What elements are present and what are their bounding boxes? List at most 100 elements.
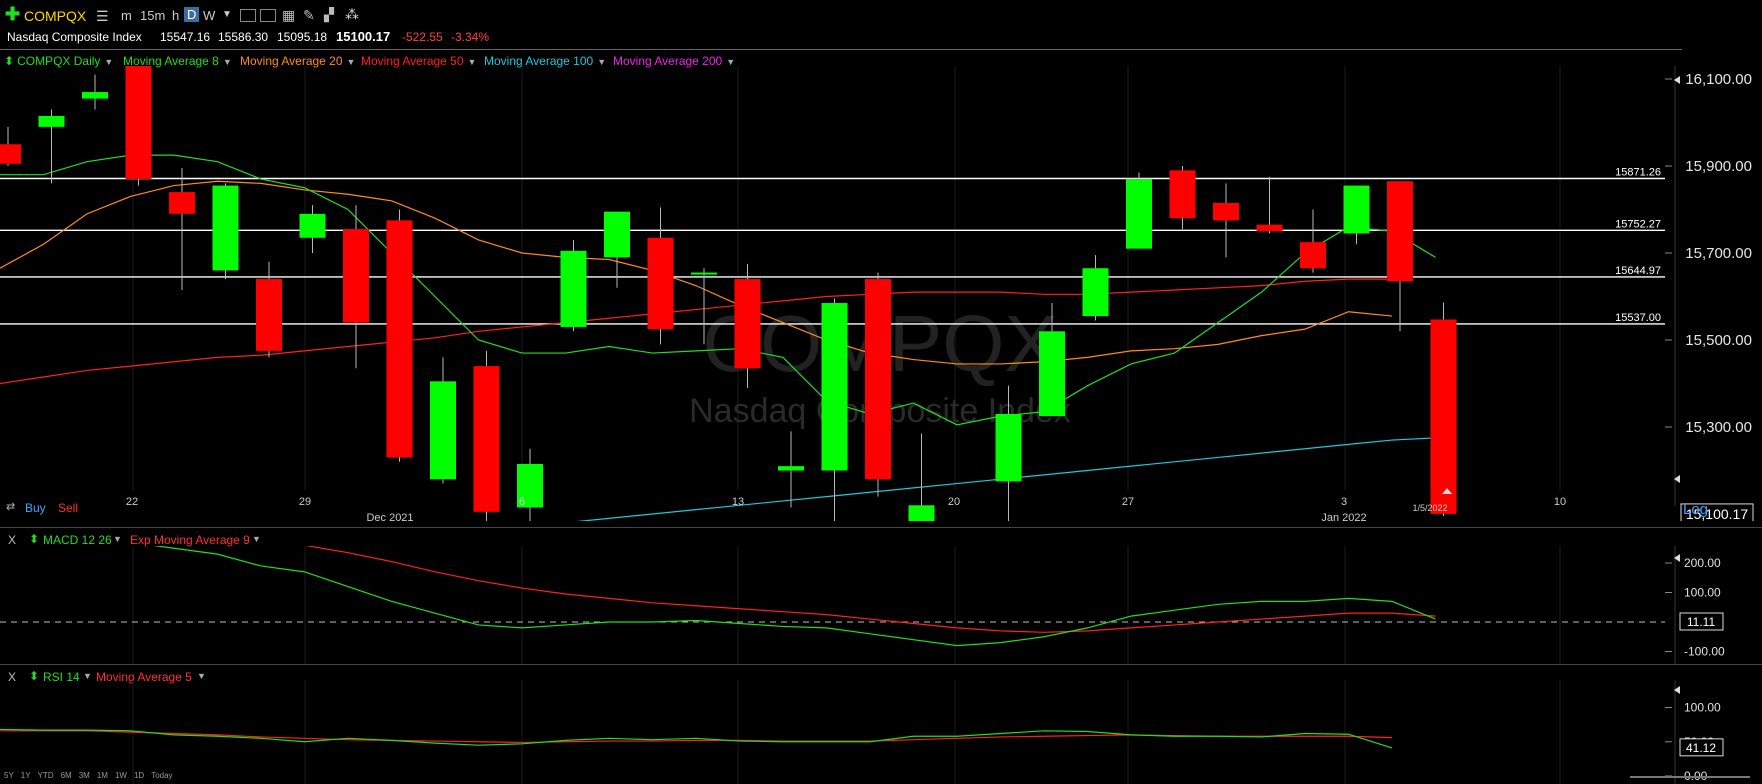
candle[interactable] bbox=[38, 109, 65, 184]
candle-body bbox=[1387, 181, 1413, 282]
level-label: 15752.27 bbox=[1615, 218, 1661, 230]
candle[interactable] bbox=[821, 298, 848, 521]
quote-last: 15100.17 bbox=[336, 29, 391, 44]
candle[interactable] bbox=[1082, 255, 1109, 321]
candle-body bbox=[38, 115, 65, 127]
interval-minute[interactable]: m bbox=[121, 8, 132, 23]
cart-icon[interactable]: ⇄ bbox=[6, 500, 15, 513]
candle-body bbox=[1430, 319, 1457, 514]
range-button-1m[interactable]: 1M bbox=[97, 771, 108, 780]
candle[interactable] bbox=[212, 183, 239, 280]
share-icon[interactable]: ⁂ bbox=[345, 6, 359, 23]
candle[interactable] bbox=[908, 433, 935, 521]
range-button-1y[interactable]: 1Y bbox=[21, 771, 31, 780]
candle-body bbox=[604, 211, 630, 258]
range-button-3m[interactable]: 3M bbox=[79, 771, 90, 780]
chevron-down-icon[interactable]: ▼ bbox=[252, 534, 261, 544]
interval-day[interactable]: D bbox=[184, 7, 200, 22]
candle[interactable] bbox=[430, 357, 456, 484]
candle-body bbox=[865, 279, 891, 480]
month-label: Dec 2021 bbox=[366, 512, 413, 521]
candle[interactable] bbox=[473, 350, 500, 521]
macd-close-button[interactable]: X bbox=[8, 533, 16, 547]
interval-15min[interactable]: 15m bbox=[140, 8, 165, 23]
quote-low: 15095.18 bbox=[277, 30, 328, 44]
chart-type-icon[interactable] bbox=[240, 9, 256, 22]
candle[interactable] bbox=[1430, 302, 1457, 517]
panel-divider bbox=[0, 664, 1762, 665]
interval-week[interactable]: W bbox=[203, 8, 215, 23]
candle[interactable] bbox=[0, 126, 21, 166]
toolbar: ✚ COMPQX ☰ m 15m h D W ▼ ▦ ✎ ▞ ⁂ bbox=[0, 0, 1762, 30]
interval-hour[interactable]: h bbox=[172, 8, 179, 23]
chevron-down-icon[interactable]: ▼ bbox=[113, 534, 122, 544]
candle[interactable] bbox=[125, 66, 152, 186]
quote-high: 15586.30 bbox=[218, 30, 269, 44]
candle[interactable] bbox=[256, 261, 282, 358]
candle[interactable] bbox=[517, 448, 543, 521]
candle[interactable] bbox=[865, 272, 891, 497]
date-tick-label: 27 bbox=[1122, 496, 1134, 508]
studies-icon[interactable] bbox=[260, 9, 276, 22]
candle[interactable] bbox=[1256, 176, 1283, 234]
buy-button[interactable]: Buy bbox=[25, 501, 46, 515]
candle-body bbox=[125, 66, 152, 180]
candle-body bbox=[1300, 242, 1326, 269]
candle[interactable] bbox=[299, 205, 326, 253]
range-button-1d[interactable]: 1D bbox=[134, 771, 144, 780]
range-button-today[interactable]: Today bbox=[151, 771, 172, 780]
candle[interactable] bbox=[778, 431, 804, 508]
candle[interactable] bbox=[1387, 181, 1413, 332]
macd-move-icon[interactable]: ⬍ bbox=[29, 532, 39, 546]
draw-pencil-icon[interactable]: ✎ bbox=[303, 7, 315, 24]
candle[interactable] bbox=[560, 239, 587, 332]
dropdown-arrow-icon[interactable]: ▼ bbox=[222, 9, 232, 20]
rsi-chart[interactable]: 100.0050.000.0041.12 bbox=[0, 680, 1762, 784]
candle[interactable] bbox=[1343, 185, 1370, 245]
candle-body bbox=[343, 229, 369, 323]
cursor-date-label: 1/5/2022 bbox=[1412, 503, 1447, 513]
candle-body bbox=[82, 92, 108, 99]
macd-title[interactable]: MACD 12 26 bbox=[43, 533, 112, 547]
candle[interactable] bbox=[1169, 166, 1196, 230]
macd-tick-label: 100.00 bbox=[1684, 586, 1721, 600]
range-button-1w[interactable]: 1W bbox=[115, 771, 127, 780]
horizontal-scrollbar[interactable] bbox=[1630, 776, 1750, 778]
macd-chart[interactable]: 200.00 100.00 -100.00 11.11 bbox=[0, 546, 1762, 664]
candle[interactable] bbox=[343, 205, 369, 369]
candle-body bbox=[734, 279, 761, 369]
date-tick-label: 10 bbox=[1554, 496, 1566, 508]
plus-icon[interactable]: ✚ bbox=[5, 5, 20, 23]
candle-body bbox=[691, 272, 717, 275]
candle[interactable] bbox=[647, 207, 674, 345]
quote-open: 15547.16 bbox=[160, 30, 211, 44]
list-icon[interactable]: ☰ bbox=[96, 8, 109, 25]
candle-body bbox=[386, 220, 413, 458]
range-button-ytd[interactable]: YTD bbox=[38, 771, 54, 780]
sell-button[interactable]: Sell bbox=[58, 501, 78, 515]
log-scale-toggle[interactable]: Log bbox=[1683, 501, 1708, 518]
range-button-6m[interactable]: 6M bbox=[61, 771, 72, 780]
candle[interactable] bbox=[1300, 209, 1326, 273]
candle-body bbox=[778, 466, 804, 471]
candle-body bbox=[1082, 268, 1109, 317]
price-tick-label: 15,500.00 bbox=[1685, 332, 1752, 349]
calendar-icon[interactable]: ▦ bbox=[282, 7, 295, 24]
candle[interactable] bbox=[1126, 172, 1152, 249]
level-label: 15644.97 bbox=[1615, 265, 1661, 277]
candle-body bbox=[821, 303, 848, 471]
quote-change-pct: -3.34% bbox=[451, 30, 490, 44]
macd-signal-title[interactable]: Exp Moving Average 9 bbox=[130, 533, 250, 547]
symbol-label[interactable]: COMPQX bbox=[24, 8, 86, 24]
candle[interactable] bbox=[1213, 183, 1239, 258]
candle-body bbox=[1256, 224, 1283, 232]
instrument-name: Nasdaq Composite Index bbox=[7, 30, 142, 44]
candle[interactable] bbox=[82, 74, 108, 110]
range-button-5y[interactable]: 5Y bbox=[4, 771, 14, 780]
date-tick-label: 22 bbox=[126, 496, 138, 508]
date-tick-label: 13 bbox=[732, 496, 744, 508]
price-chart[interactable]: COMPQX Nasdaq Composite Index 15871.2615… bbox=[0, 66, 1762, 521]
candle[interactable] bbox=[386, 209, 413, 462]
layers-icon[interactable]: ▞ bbox=[324, 7, 334, 23]
rsi-line bbox=[0, 728, 1393, 749]
